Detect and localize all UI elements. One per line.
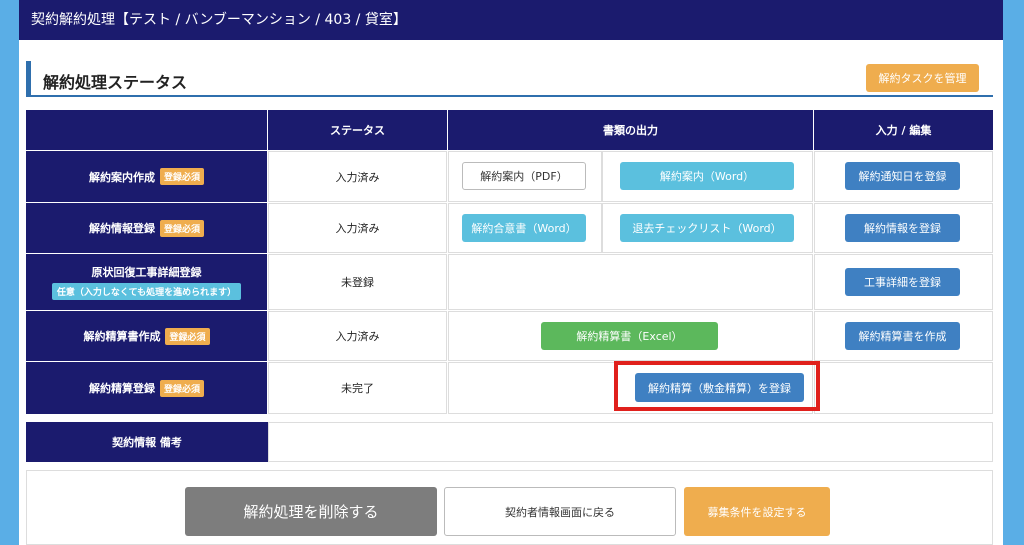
notice-word-button[interactable]: 解約案内（Word）: [620, 162, 794, 190]
action-cell: [814, 362, 993, 414]
doc-cell: [448, 254, 813, 310]
row-label: 原状回復工事詳細登録 任意（入力しなくても処理を進められます）: [26, 254, 267, 310]
header-input-edit: 入力 / 編集: [814, 110, 993, 150]
row-label-text: 解約精算書作成: [83, 330, 161, 343]
required-badge: 登録必須: [159, 219, 204, 237]
row-label: 解約情報登録 登録必須: [26, 203, 267, 253]
register-notice-date-button[interactable]: 解約通知日を登録: [845, 162, 960, 190]
register-construction-details-button[interactable]: 工事詳細を登録: [845, 268, 960, 296]
remarks-value: [268, 422, 993, 462]
row-label: 解約精算書作成 登録必須: [26, 311, 267, 361]
row-label-text: 解約案内作成: [88, 170, 155, 184]
section-header: 解約処理ステータス: [26, 61, 993, 97]
status-cell: 入力済み: [268, 311, 447, 361]
create-statement-button[interactable]: 解約精算書を作成: [845, 322, 960, 350]
header-status: ステータス: [268, 110, 447, 150]
highlight-box: [614, 361, 820, 411]
header-documents: 書類の出力: [448, 110, 813, 150]
back-to-tenant-button[interactable]: 契約者情報画面に戻る: [444, 487, 676, 536]
row-label: 解約精算登録 登録必須: [26, 362, 267, 414]
set-recruitment-conditions-button[interactable]: 募集条件を設定する: [684, 487, 830, 536]
page-title: 契約解約処理【テスト / バンブーマンション / 403 / 貸室】: [19, 0, 1003, 40]
delete-process-button[interactable]: 解約処理を削除する: [185, 487, 437, 536]
status-cell: 未登録: [268, 254, 447, 310]
checklist-word-button[interactable]: 退去チェックリスト（Word）: [620, 214, 794, 242]
status-cell: 未完了: [268, 362, 447, 414]
main-panel: 契約解約処理【テスト / バンブーマンション / 403 / 貸室】 解約処理ス…: [19, 0, 1003, 545]
manage-tasks-button[interactable]: 解約タスクを管理: [866, 64, 979, 92]
statement-excel-button[interactable]: 解約精算書（Excel）: [541, 322, 718, 350]
row-label-text: 解約精算登録: [88, 382, 155, 395]
row-label-text: 原状回復工事詳細登録: [91, 266, 202, 279]
notice-pdf-button[interactable]: 解約案内（PDF）: [462, 162, 586, 190]
header-blank: [26, 110, 267, 150]
agreement-word-button[interactable]: 解約合意書（Word）: [462, 214, 586, 242]
row-label: 解約案内作成 登録必須: [26, 151, 267, 202]
status-cell: 入力済み: [268, 151, 447, 202]
section-title: 解約処理ステータス: [43, 73, 188, 92]
required-badge: 登録必須: [159, 379, 204, 397]
register-cancellation-info-button[interactable]: 解約情報を登録: [845, 214, 960, 242]
status-table: ステータス 書類の出力 入力 / 編集 解約案内作成 登録必須 入力済み 解約案…: [26, 110, 993, 414]
remarks-label: 契約情報 備考: [26, 422, 268, 462]
optional-badge: 任意（入力しなくても処理を進められます）: [51, 283, 242, 300]
row-label-text: 解約情報登録: [88, 222, 155, 235]
required-badge: 登録必須: [165, 327, 210, 345]
required-badge: 登録必須: [159, 168, 204, 185]
status-cell: 入力済み: [268, 203, 447, 253]
